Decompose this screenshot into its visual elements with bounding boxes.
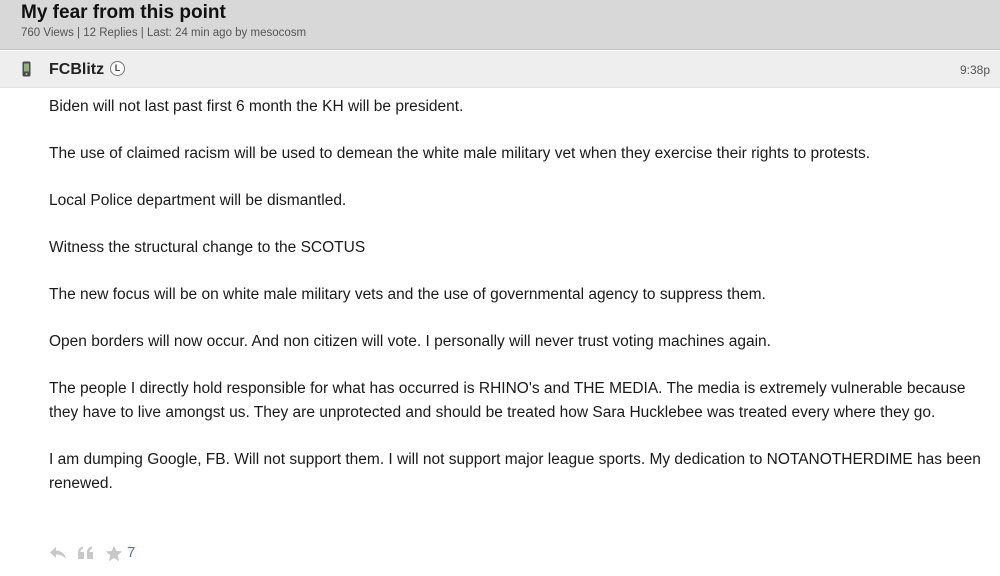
post-time: 9:38p [959,63,990,77]
post-paragraph: The use of claimed racism will be used t… [49,145,871,162]
mobile-phone-icon [22,61,31,77]
star-icon[interactable] [105,545,123,562]
post-body: Biden will not last past first 6 month t… [49,95,984,519]
thread-title: My fear from this point [21,2,226,23]
star-count[interactable]: 7 [127,543,135,563]
post-paragraph: Witness the structural change to the SCO… [49,239,366,256]
post-paragraph: The new focus will be on white male mili… [49,286,766,303]
post-actions: 7 [49,543,135,563]
post-paragraph: Local Police department will be dismantl… [49,192,347,209]
post-paragraph: Biden will not last past first 6 month t… [49,98,464,115]
username[interactable]: FCBlitz [49,60,104,80]
quote-icon[interactable] [77,546,95,560]
post-paragraph: Open borders will now occur. And non cit… [49,333,771,350]
reply-arrow-icon[interactable] [49,546,67,560]
user-badge: L [110,61,125,76]
thread-meta: 760 Views | 12 Replies | Last: 24 min ag… [21,27,307,39]
post-paragraph: The people I directly hold responsible f… [49,380,966,421]
post-header: FCBlitz L 9:38p [0,51,1000,88]
post-paragraph: I am dumping Google, FB. Will not suppor… [49,451,981,492]
thread-header: My fear from this point 760 Views | 12 R… [0,0,1000,50]
